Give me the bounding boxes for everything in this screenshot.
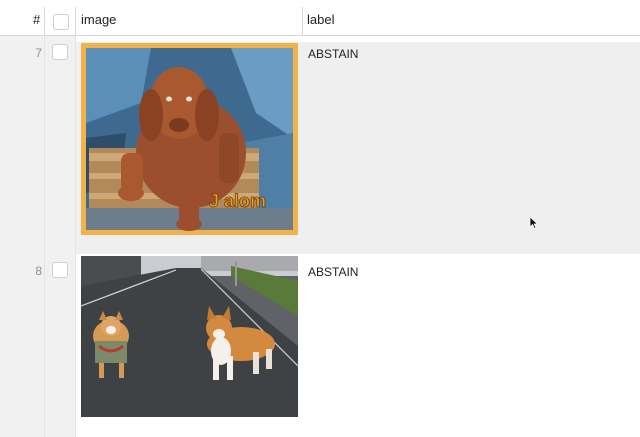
column-divider[interactable]	[44, 7, 45, 35]
column-divider[interactable]	[75, 7, 76, 35]
column-header-image[interactable]: image	[81, 0, 116, 35]
table-row[interactable]: 8 ABSTAIN	[0, 254, 640, 437]
column-divider[interactable]	[302, 7, 303, 35]
mouse-cursor-icon	[529, 216, 539, 235]
column-header-label[interactable]: label	[307, 0, 334, 35]
row-image-thumbnail[interactable]: J alom	[81, 43, 298, 235]
watermark-text: J alom	[209, 191, 266, 211]
row-label[interactable]: ABSTAIN	[308, 265, 358, 279]
puppy-image: J alom	[81, 43, 298, 235]
row-index: 7	[35, 46, 42, 60]
select-all-checkbox[interactable]	[53, 14, 69, 30]
row-index: 8	[35, 264, 42, 278]
row-image-thumbnail[interactable]	[81, 256, 298, 417]
table-header: # image label	[0, 0, 640, 36]
row-label[interactable]: ABSTAIN	[308, 47, 358, 61]
table-row[interactable]: 7 J alom ABSTAIN	[0, 36, 640, 254]
row-checkbox[interactable]	[52, 44, 68, 60]
corgis-image	[81, 256, 298, 417]
column-header-index[interactable]: #	[33, 0, 40, 35]
row-checkbox[interactable]	[52, 262, 68, 278]
